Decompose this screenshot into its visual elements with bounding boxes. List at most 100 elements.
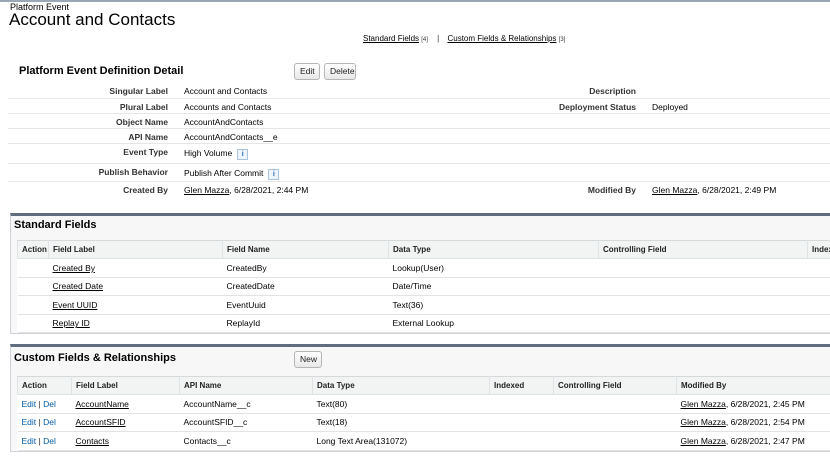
publish-behavior-label: Publish Behavior (8, 163, 176, 182)
custom-fields-link[interactable]: Custom Fields & Relationships (447, 34, 556, 43)
event-type-cell: High Volume i (176, 143, 426, 164)
field-label-link[interactable]: Event UUID (53, 300, 98, 310)
modified-by-user-link[interactable]: Glen Mazza (681, 399, 726, 409)
field-label-link[interactable]: Replay ID (53, 318, 90, 328)
created-by-label: Created By (123, 184, 168, 195)
delete-link[interactable]: Del (43, 436, 56, 446)
modified-by-date: , 6/28/2021, 2:49 PM (697, 184, 777, 195)
column-header-indexed[interactable]: Indexed (489, 376, 554, 395)
column-header-controlling-field[interactable]: Controlling Field (553, 376, 677, 395)
deployment-status-value: Deployed (644, 98, 830, 114)
data-type: Text(36) (388, 295, 599, 315)
column-header-api-name[interactable]: API Name (179, 376, 313, 395)
api-name-value: AccountAndContacts__e (176, 128, 426, 144)
info-icon[interactable]: i (237, 148, 249, 160)
field-name: CreatedDate (222, 277, 389, 296)
field-label-link[interactable]: Contacts (76, 436, 110, 446)
column-header-modified-by[interactable]: Modified By (676, 376, 830, 395)
api-name: AccountSFID__c (179, 413, 313, 432)
row-actions: Edit | Del (17, 413, 72, 432)
plural-label-value: Accounts and Contacts (176, 98, 426, 114)
table-row: Created By CreatedBy Lookup(User) (17, 258, 830, 278)
column-header-data-type[interactable]: Data Type (312, 376, 490, 395)
table-row: Replay ID ReplayId External Lookup (17, 314, 830, 333)
delete-link[interactable]: Del (43, 399, 56, 409)
data-type: Text(18) (312, 413, 490, 432)
singular-label-label: Singular Label (8, 83, 176, 99)
table-row: Created Date CreatedDate Date/Time (17, 277, 830, 296)
modified-date: , 6/28/2021, 2:45 PM (725, 398, 805, 409)
column-header-field-name[interactable]: Field Name (222, 240, 389, 259)
object-name-value: AccountAndContacts (176, 113, 426, 129)
modified-by-cell: Glen Mazza, 6/28/2021, 2:47 PM (676, 431, 830, 451)
field-label-link[interactable]: AccountName (76, 399, 129, 409)
edit-link[interactable]: Edit (22, 417, 37, 427)
info-icon[interactable]: i (268, 168, 280, 180)
column-header-action: Action (17, 240, 49, 259)
standard-fields-count: [4] (421, 37, 428, 43)
plural-label-label: Plural Label (8, 98, 176, 114)
edit-button[interactable]: Edit (294, 63, 320, 80)
column-header-index[interactable]: Index (807, 240, 830, 259)
delete-button[interactable]: Delete (324, 63, 356, 80)
standard-fields-link[interactable]: Standard Fields (363, 34, 419, 43)
edit-link[interactable]: Edit (22, 399, 37, 409)
standard-fields-section: Standard Fields Action Field Label Field… (10, 213, 830, 334)
action-separator: | (38, 435, 41, 446)
modified-by-user-link[interactable]: Glen Mazza (681, 436, 726, 446)
data-type: Lookup(User) (388, 258, 599, 278)
field-label-link[interactable]: Created Date (53, 281, 104, 291)
field-label-link[interactable]: Created By (53, 263, 96, 273)
delete-link[interactable]: Del (43, 417, 56, 427)
created-by-user-link[interactable]: Glen Mazza (184, 185, 229, 195)
data-type: Text(80) (312, 394, 490, 414)
field-label-link[interactable]: AccountSFID (76, 417, 126, 427)
custom-fields-section: Custom Fields & Relationships New Action… (10, 344, 830, 452)
data-type: External Lookup (388, 314, 599, 333)
column-header-field-label[interactable]: Field Label (71, 376, 180, 395)
api-name: Contacts__c (179, 431, 313, 451)
api-name-label: API Name (8, 128, 176, 144)
page-title: Account and Contacts (9, 10, 176, 29)
description-label: Description (426, 83, 644, 99)
custom-fields-count: [3] (558, 37, 566, 43)
event-type-value: High Volume (184, 147, 233, 158)
column-header-action: Action (17, 376, 72, 395)
column-header-data-type[interactable]: Data Type (388, 240, 599, 259)
singular-label-value: Account and Contacts (176, 83, 426, 99)
field-name: EventUuid (222, 295, 389, 315)
custom-fields-table: Action Field Label API Name Data Type In… (17, 376, 830, 451)
field-name: CreatedBy (222, 258, 389, 278)
field-name: ReplayId (222, 314, 389, 333)
column-header-controlling-field[interactable]: Controlling Field (598, 240, 808, 259)
table-row: Edit | Del AccountSFID AccountSFID__c Te… (17, 413, 830, 432)
detail-section-title: Platform Event Definition Detail (19, 65, 184, 77)
data-type: Long Text Area(131072) (312, 431, 490, 451)
created-by-date: , 6/28/2021, 2:44 PM (229, 184, 309, 195)
modified-by-user-link[interactable]: Glen Mazza (652, 185, 697, 195)
quicklink-separator: | (437, 34, 440, 43)
new-field-button[interactable]: New (294, 351, 322, 368)
deployment-status-label: Deployment Status (426, 98, 644, 114)
api-name: AccountName__c (179, 394, 313, 414)
standard-fields-title: Standard Fields (14, 219, 97, 231)
event-type-label: Event Type (8, 143, 176, 164)
modified-by-user-link[interactable]: Glen Mazza (681, 417, 726, 427)
table-row: Event UUID EventUuid Text(36) (17, 295, 830, 315)
data-type: Date/Time (388, 277, 599, 296)
description-value (644, 83, 830, 99)
modified-by-label: Modified By (587, 184, 636, 195)
top-border (0, 0, 830, 2)
action-separator: | (38, 417, 41, 428)
object-name-label: Object Name (8, 113, 176, 129)
table-row: Edit | Del AccountName AccountName__c Te… (17, 394, 830, 414)
row-actions: Edit | Del (17, 431, 72, 451)
created-by-cell: Glen Mazza, 6/28/2021, 2:44 PM (176, 181, 426, 197)
related-list-quicklinks: Standard Fields [4] | Custom Fields & Re… (363, 34, 565, 43)
column-header-field-label[interactable]: Field Label (48, 240, 223, 259)
modified-date: , 6/28/2021, 2:47 PM (725, 435, 805, 446)
custom-fields-title: Custom Fields & Relationships (14, 352, 176, 364)
modified-by-cell: Glen Mazza, 6/28/2021, 2:49 PM (644, 181, 830, 197)
modified-by-cell: Glen Mazza, 6/28/2021, 2:54 PM (676, 413, 830, 432)
edit-link[interactable]: Edit (22, 436, 37, 446)
